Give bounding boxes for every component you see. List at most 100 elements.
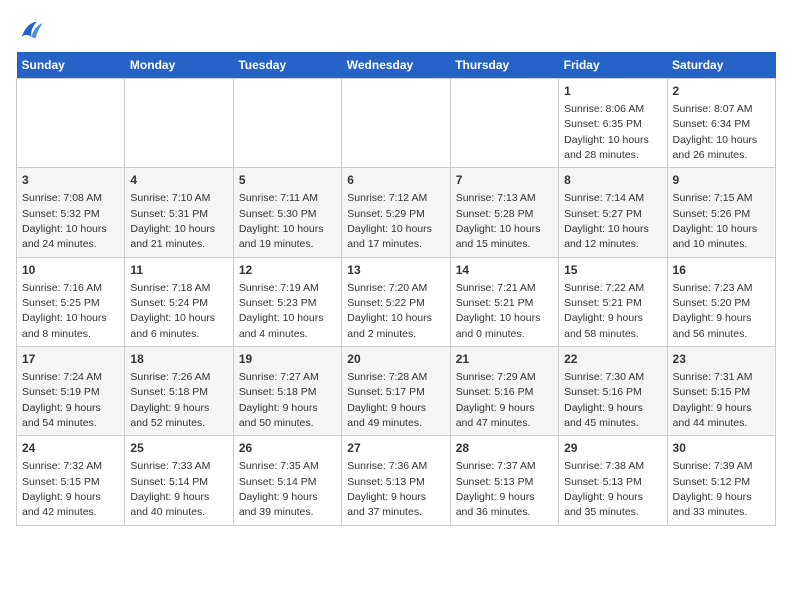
day-number: 6 (347, 172, 444, 189)
day-info: Sunrise: 7:20 AM Sunset: 5:22 PM Dayligh… (347, 282, 432, 340)
calendar-day-cell: 23Sunrise: 7:31 AM Sunset: 5:15 PM Dayli… (667, 347, 775, 436)
day-info: Sunrise: 7:21 AM Sunset: 5:21 PM Dayligh… (456, 282, 541, 340)
calendar-day-cell: 10 Sunrise: 7:16 AM Sunset: 5:25 PM Dayli… (17, 257, 125, 346)
day-number: 22 (564, 351, 661, 368)
calendar-day-cell: 12 Sunrise: 7:19 AM Sunset: 5:23 PM Dayli… (233, 257, 341, 346)
calendar-day-cell: 15 Sunrise: 7:22 AM Sunset: 5:21 PM Dayli… (559, 257, 667, 346)
day-number: 18 (130, 351, 227, 368)
day-of-week-header: Friday (559, 52, 667, 79)
calendar-table: SundayMondayTuesdayWednesdayThursdayFrid… (16, 52, 776, 526)
day-info: Sunrise: 7:39 AM Sunset: 5:12 PM Dayligh… (673, 460, 753, 518)
page-header (16, 16, 776, 44)
day-of-week-header: Wednesday (342, 52, 450, 79)
day-info: Sunrise: 7:33 AM Sunset: 5:14 PM Dayligh… (130, 460, 210, 518)
day-number: 26 (239, 440, 336, 457)
calendar-day-cell: 25 Sunrise: 7:33 AM Sunset: 5:14 PM Dayli… (125, 436, 233, 525)
calendar-day-cell: 4 Sunrise: 7:10 AM Sunset: 5:31 PM Daylig… (125, 168, 233, 257)
calendar-day-cell: 18 Sunrise: 7:26 AM Sunset: 5:18 PM Dayli… (125, 347, 233, 436)
calendar-day-cell: 11Sunrise: 7:18 AM Sunset: 5:24 PM Dayli… (125, 257, 233, 346)
day-of-week-header: Tuesday (233, 52, 341, 79)
day-of-week-header: Sunday (17, 52, 125, 79)
day-number: 24 (22, 440, 119, 457)
day-number: 10 (22, 262, 119, 279)
calendar-day-cell: 22 Sunrise: 7:30 AM Sunset: 5:16 PM Dayli… (559, 347, 667, 436)
calendar-day-cell: 8 Sunrise: 7:14 AM Sunset: 5:27 PM Daylig… (559, 168, 667, 257)
day-info: Sunrise: 7:08 AM Sunset: 5:32 PM Dayligh… (22, 192, 107, 250)
day-number: 28 (456, 440, 553, 457)
day-info: Sunrise: 7:19 AM Sunset: 5:23 PM Dayligh… (239, 282, 324, 340)
day-info: Sunrise: 7:23 AM Sunset: 5:20 PM Dayligh… (673, 282, 753, 340)
calendar-day-cell: 27 Sunrise: 7:36 AM Sunset: 5:13 PM Dayli… (342, 436, 450, 525)
day-info: Sunrise: 7:15 AM Sunset: 5:26 PM Dayligh… (673, 192, 758, 250)
calendar-day-cell (342, 79, 450, 168)
calendar-day-cell: 28 Sunrise: 7:37 AM Sunset: 5:13 PM Dayli… (450, 436, 558, 525)
logo-bird-icon (16, 16, 44, 44)
calendar-day-cell: 20 Sunrise: 7:28 AM Sunset: 5:17 PM Dayli… (342, 347, 450, 436)
day-number: 16 (673, 262, 770, 279)
day-of-week-header: Monday (125, 52, 233, 79)
day-number: 13 (347, 262, 444, 279)
day-number: 5 (239, 172, 336, 189)
calendar-day-cell: 30 Sunrise: 7:39 AM Sunset: 5:12 PM Dayli… (667, 436, 775, 525)
calendar-day-cell (125, 79, 233, 168)
day-of-week-header: Thursday (450, 52, 558, 79)
day-info: Sunrise: 7:22 AM Sunset: 5:21 PM Dayligh… (564, 282, 644, 340)
day-info: Sunrise: 7:35 AM Sunset: 5:14 PM Dayligh… (239, 460, 319, 518)
day-info: Sunrise: 7:31 AM Sunset: 5:15 PM Dayligh… (673, 371, 753, 429)
day-info: Sunrise: 7:30 AM Sunset: 5:16 PM Dayligh… (564, 371, 644, 429)
calendar-day-cell: 24 Sunrise: 7:32 AM Sunset: 5:15 PM Dayli… (17, 436, 125, 525)
calendar-day-cell (17, 79, 125, 168)
day-number: 27 (347, 440, 444, 457)
day-number: 9 (673, 172, 770, 189)
calendar-week-row: 17 Sunrise: 7:24 AM Sunset: 5:19 PM Dayli… (17, 347, 776, 436)
day-info: Sunrise: 7:11 AM Sunset: 5:30 PM Dayligh… (239, 192, 324, 250)
day-info: Sunrise: 7:13 AM Sunset: 5:28 PM Dayligh… (456, 192, 541, 250)
day-info: Sunrise: 7:24 AM Sunset: 5:19 PM Dayligh… (22, 371, 102, 429)
calendar-week-row: 10 Sunrise: 7:16 AM Sunset: 5:25 PM Dayli… (17, 257, 776, 346)
day-info: Sunrise: 7:37 AM Sunset: 5:13 PM Dayligh… (456, 460, 536, 518)
calendar-day-cell: 17 Sunrise: 7:24 AM Sunset: 5:19 PM Dayli… (17, 347, 125, 436)
day-info: Sunrise: 7:38 AM Sunset: 5:13 PM Dayligh… (564, 460, 644, 518)
day-info: Sunrise: 7:14 AM Sunset: 5:27 PM Dayligh… (564, 192, 649, 250)
calendar-day-cell: 13 Sunrise: 7:20 AM Sunset: 5:22 PM Dayli… (342, 257, 450, 346)
calendar-day-cell: 1 Sunrise: 8:06 AM Sunset: 6:35 PM Daylig… (559, 79, 667, 168)
day-number: 14 (456, 262, 553, 279)
day-number: 25 (130, 440, 227, 457)
day-number: 21 (456, 351, 553, 368)
day-number: 19 (239, 351, 336, 368)
day-number: 20 (347, 351, 444, 368)
calendar-day-cell: 26 Sunrise: 7:35 AM Sunset: 5:14 PM Dayli… (233, 436, 341, 525)
day-info: Sunrise: 7:32 AM Sunset: 5:15 PM Dayligh… (22, 460, 102, 518)
day-number: 3 (22, 172, 119, 189)
calendar-day-cell: 3 Sunrise: 7:08 AM Sunset: 5:32 PM Daylig… (17, 168, 125, 257)
day-number: 17 (22, 351, 119, 368)
day-info: Sunrise: 7:26 AM Sunset: 5:18 PM Dayligh… (130, 371, 210, 429)
day-number: 12 (239, 262, 336, 279)
calendar-week-row: 24 Sunrise: 7:32 AM Sunset: 5:15 PM Dayli… (17, 436, 776, 525)
day-info: Sunrise: 7:12 AM Sunset: 5:29 PM Dayligh… (347, 192, 432, 250)
day-info: Sunrise: 8:06 AM Sunset: 6:35 PM Dayligh… (564, 103, 649, 161)
calendar-day-cell: 16 Sunrise: 7:23 AM Sunset: 5:20 PM Dayli… (667, 257, 775, 346)
day-info: Sunrise: 7:27 AM Sunset: 5:18 PM Dayligh… (239, 371, 319, 429)
day-info: Sunrise: 7:29 AM Sunset: 5:16 PM Dayligh… (456, 371, 536, 429)
day-number: 15 (564, 262, 661, 279)
day-info: Sunrise: 7:36 AM Sunset: 5:13 PM Dayligh… (347, 460, 427, 518)
calendar-week-row: 3 Sunrise: 7:08 AM Sunset: 5:32 PM Daylig… (17, 168, 776, 257)
calendar-day-cell: 5 Sunrise: 7:11 AM Sunset: 5:30 PM Daylig… (233, 168, 341, 257)
day-info: Sunrise: 7:10 AM Sunset: 5:31 PM Dayligh… (130, 192, 215, 250)
calendar-day-cell: 21 Sunrise: 7:29 AM Sunset: 5:16 PM Dayli… (450, 347, 558, 436)
day-number: 8 (564, 172, 661, 189)
calendar-day-cell: 6 Sunrise: 7:12 AM Sunset: 5:29 PM Daylig… (342, 168, 450, 257)
day-number: 1 (564, 83, 661, 100)
calendar-day-cell: 2 Sunrise: 8:07 AM Sunset: 6:34 PM Daylig… (667, 79, 775, 168)
day-info: Sunrise: 7:28 AM Sunset: 5:17 PM Dayligh… (347, 371, 427, 429)
day-info: Sunrise: 7:16 AM Sunset: 5:25 PM Dayligh… (22, 282, 107, 340)
day-number: 4 (130, 172, 227, 189)
day-number: 2 (673, 83, 770, 100)
day-info: Sunrise: 8:07 AM Sunset: 6:34 PM Dayligh… (673, 103, 758, 161)
day-number: 7 (456, 172, 553, 189)
day-number: 30 (673, 440, 770, 457)
calendar-day-cell: 29Sunrise: 7:38 AM Sunset: 5:13 PM Dayli… (559, 436, 667, 525)
calendar-week-row: 1 Sunrise: 8:06 AM Sunset: 6:35 PM Daylig… (17, 79, 776, 168)
day-of-week-header: Saturday (667, 52, 775, 79)
